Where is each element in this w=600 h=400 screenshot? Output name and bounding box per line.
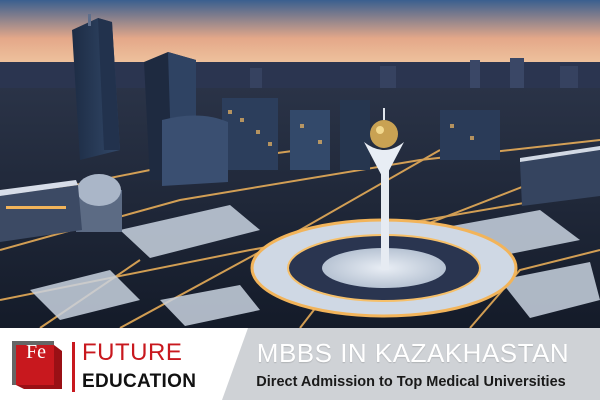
title-banner: Fe FUTURE EDUCATION MBBS IN KAZAKHASTAN … bbox=[0, 328, 600, 400]
banner-headline: MBBS IN KAZAKHASTAN bbox=[256, 338, 570, 368]
curved-building bbox=[162, 115, 228, 186]
logo-divider bbox=[72, 342, 75, 392]
left-tower bbox=[72, 14, 120, 160]
domed-building bbox=[76, 174, 122, 232]
brand-name-education: EDUCATION bbox=[82, 371, 197, 392]
fe-logo-text: Fe bbox=[26, 341, 46, 363]
logo-panel: Fe FUTURE EDUCATION bbox=[0, 328, 248, 400]
banner-subline: Direct Admission to Top Medical Universi… bbox=[256, 374, 566, 390]
brand-name-future: FUTURE bbox=[82, 339, 183, 366]
